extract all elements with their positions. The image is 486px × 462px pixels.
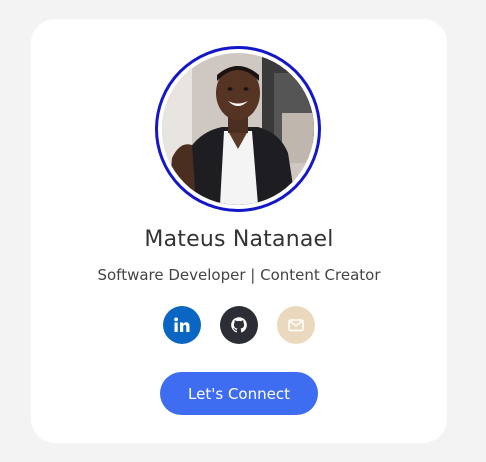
linkedin-icon xyxy=(174,317,190,332)
profile-photo xyxy=(162,53,314,205)
github-icon xyxy=(231,317,247,333)
email-button[interactable] xyxy=(277,306,315,344)
connect-button[interactable]: Let's Connect xyxy=(160,372,318,415)
avatar-ring xyxy=(155,46,321,212)
profile-name: Mateus Natanael xyxy=(144,227,334,252)
email-icon xyxy=(288,319,304,332)
github-button[interactable] xyxy=(220,306,258,344)
social-links xyxy=(31,306,447,344)
profile-card: Mateus Natanael Software Developer | Con… xyxy=(31,19,447,443)
profile-role: Software Developer | Content Creator xyxy=(97,266,381,284)
linkedin-button[interactable] xyxy=(163,306,201,344)
avatar xyxy=(162,53,314,205)
